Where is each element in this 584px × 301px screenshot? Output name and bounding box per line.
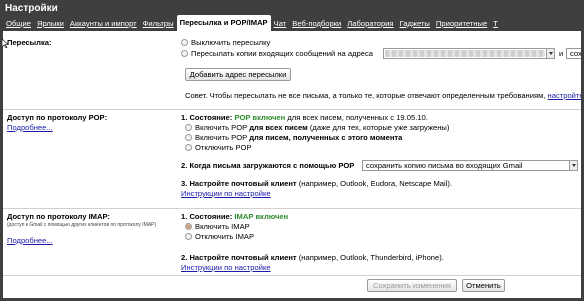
forwarding-tip: Совет. Чтобы пересылать не все письма, а… [185, 91, 581, 100]
tab-truncated[interactable]: Т [490, 17, 501, 31]
tab-accounts-import[interactable]: Аккаунты и импорт [67, 17, 140, 31]
pop-opt1-bold: для всех писем [249, 123, 308, 132]
forwarding-and-text: и [559, 49, 564, 58]
pop-status-value: POP включен [234, 113, 286, 122]
pop-opt1-pre: Включить POP [195, 123, 248, 132]
forwarding-on-option[interactable]: Пересылать копии входящих сообщений на а… [181, 49, 373, 58]
tab-priority[interactable]: Приоритетные [433, 17, 490, 31]
pop-disable-radio[interactable] [185, 144, 192, 151]
imap-more-link[interactable]: Подробнее... [7, 236, 53, 245]
pop-opt3-text: Отключить POP [195, 143, 252, 152]
imap-client-row: 2. Настройте почтовый клиент (например, … [181, 253, 444, 262]
imap-opt2-text: Отключить IMAP [195, 232, 255, 241]
tab-web-clips[interactable]: Веб-подборки [289, 17, 344, 31]
forwarding-on-radio[interactable] [181, 50, 188, 57]
forwarding-tip-text: Совет. Чтобы пересылать не все письма, а… [185, 91, 546, 100]
pop-section: Доступ по протоколу POP: Подробнее... 1.… [3, 110, 581, 209]
imap-opt1-text: Включить IMAP [195, 222, 250, 231]
imap-note: (доступ к Gmail с помощью других клиенто… [7, 222, 157, 228]
pop-from-now-radio[interactable] [185, 134, 192, 141]
pop-client-rest: (например, Outlook, Eudora, Netscape Mai… [298, 179, 453, 188]
tab-filters[interactable]: Фильтры [140, 17, 177, 31]
pop-from-now-option[interactable]: Включить POP для писем, полученных с это… [185, 133, 402, 142]
pop-when-value: сохранить копию письма во входящих Gmail [366, 161, 523, 170]
imap-disable-option[interactable]: Отключить IMAP [185, 232, 254, 241]
pop-client-title: 3. Настройте почтовый клиент [181, 179, 297, 188]
forwarding-off-text: Выключить пересылку [191, 38, 271, 47]
window-title: Настройки [5, 3, 58, 14]
imap-status-title: 1. Состояние: [181, 212, 233, 221]
pop-when-select[interactable]: сохранить копию письма во входящих Gmail [362, 160, 578, 171]
pop-all-mail-option[interactable]: Включить POP для всех писем (даже для те… [185, 123, 449, 132]
pop-all-mail-radio[interactable] [185, 124, 192, 131]
imap-label: Доступ по протоколу IMAP: [7, 212, 111, 221]
pop-opt2-bold: для писем, полученных с этого момента [249, 133, 403, 142]
settings-panel: Пересылка: Выключить пересылку Пересылат… [3, 31, 581, 298]
forwarding-off-radio[interactable] [181, 39, 188, 46]
window-frame: Настройки Общие Ярлыки Аккаунты и импорт… [0, 0, 584, 301]
forwarding-filters-link[interactable]: настройте ф [548, 91, 581, 100]
pop-disable-option[interactable]: Отключить POP [185, 143, 252, 152]
tab-forwarding-pop-imap[interactable]: Пересылка и POP/IMAP [176, 15, 271, 31]
pop-client-instructions-link[interactable]: Инструкции по настройке [181, 189, 271, 198]
forwarding-action-select[interactable]: сох [566, 48, 581, 59]
pop-opt2-pre: Включить POP [195, 133, 248, 142]
imap-client-rest: (например, Outlook, Thunderbird, iPhone)… [298, 253, 444, 262]
forwarding-section: Пересылка: Выключить пересылку Пересылат… [3, 31, 581, 110]
pop-status-rest: для всех писем, полученных с 19.05.10. [287, 113, 428, 122]
imap-client-instructions-link[interactable]: Инструкции по настройке [181, 263, 271, 272]
forwarding-on-text: Пересылать копии входящих сообщений на а… [191, 49, 373, 58]
pop-label: Доступ по протоколу POP: [7, 113, 108, 122]
pop-when-title: 2. Когда письма загружаются с помощью PO… [181, 161, 355, 170]
pop-client-row: 3. Настройте почтовый клиент (например, … [181, 179, 452, 188]
add-forwarding-address-button[interactable]: Добавить адрес пересылки [185, 68, 291, 81]
imap-status: 1. Состояние: IMAP включен [181, 212, 288, 221]
pop-opt1-post: (даже для тех, которые уже загружены) [309, 123, 450, 132]
cancel-button[interactable]: Отменить [462, 279, 505, 292]
pop-status-title: 1. Состояние: [181, 113, 233, 122]
imap-section: Доступ по протоколу IMAP: (доступ к Gmai… [3, 209, 581, 276]
forwarding-label: Пересылка: [7, 38, 52, 47]
tab-gadgets[interactable]: Гаджеты [397, 17, 433, 31]
imap-enable-option[interactable]: Включить IMAP [185, 222, 250, 231]
imap-enable-radio[interactable] [185, 223, 192, 230]
imap-disable-radio[interactable] [185, 233, 192, 240]
tab-labs[interactable]: Лаборатория [344, 17, 396, 31]
tab-chat[interactable]: Чат [271, 17, 290, 31]
tab-labels[interactable]: Ярлыки [34, 17, 67, 31]
mouse-cursor-icon [2, 39, 8, 48]
save-changes-button[interactable]: Сохранить изменения [367, 279, 457, 292]
pop-more-link[interactable]: Подробнее... [7, 123, 53, 132]
pop-when-row: 2. Когда письма загружаются с помощью PO… [181, 161, 354, 170]
pop-status: 1. Состояние: POP включен для всех писем… [181, 113, 428, 122]
tab-general[interactable]: Общие [3, 17, 34, 31]
imap-client-title: 2. Настройте почтовый клиент [181, 253, 297, 262]
forwarding-off-option[interactable]: Выключить пересылку [181, 38, 270, 47]
imap-status-value: IMAP включен [234, 212, 289, 221]
settings-tabs: Общие Ярлыки Аккаунты и импорт Фильтры П… [3, 15, 581, 31]
forwarding-address-select[interactable] [383, 48, 555, 59]
